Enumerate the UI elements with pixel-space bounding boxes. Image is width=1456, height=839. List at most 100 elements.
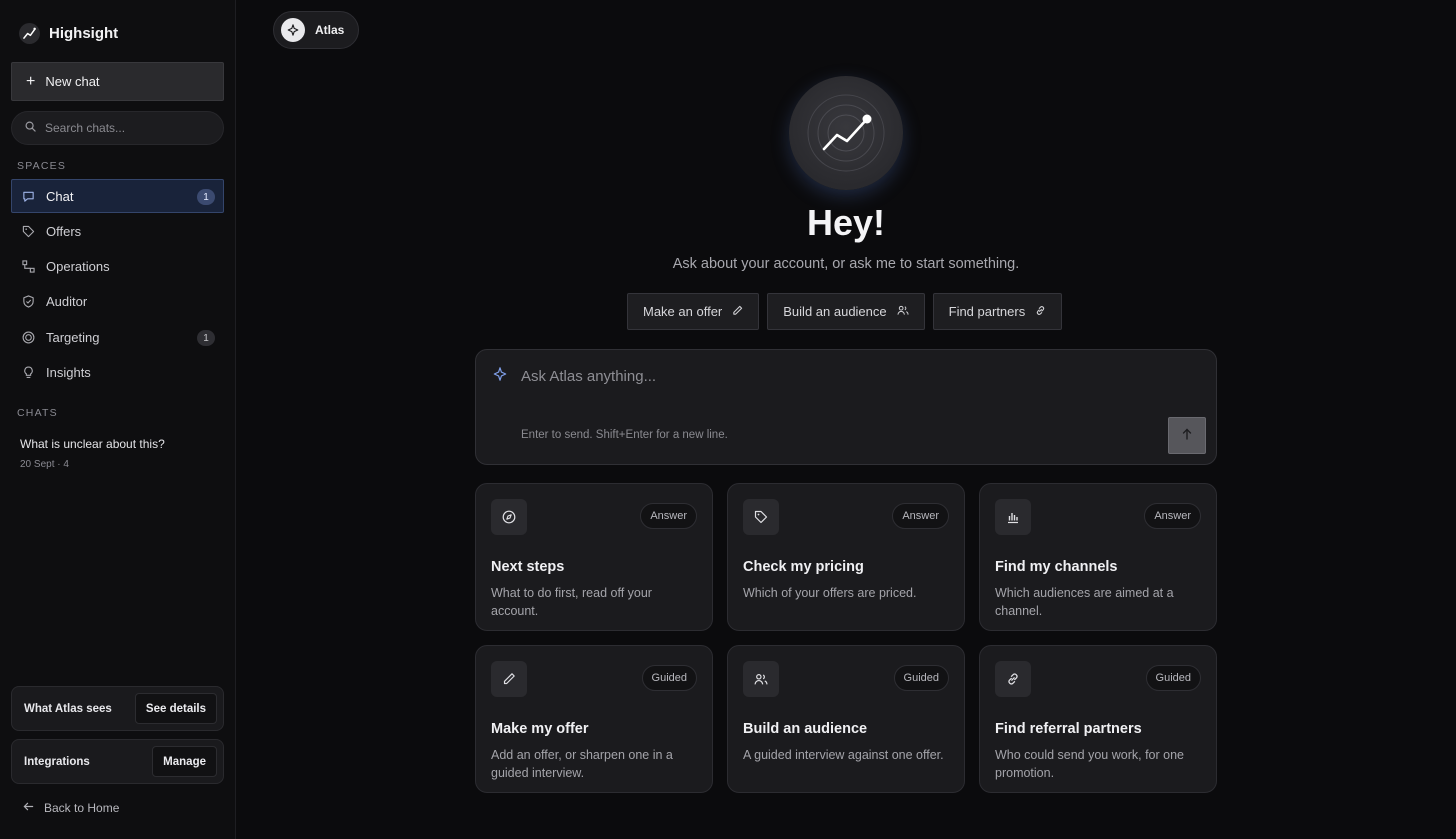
card-check-pricing[interactable]: Answer Check my pricing Which of your of…	[727, 483, 965, 631]
quick-actions: Make an offer Build an audience Find par…	[627, 293, 1063, 330]
new-chat-label: New chat	[45, 74, 100, 89]
assistant-selector[interactable]: Atlas	[273, 11, 360, 49]
new-chat-button[interactable]: + New chat	[11, 62, 224, 101]
composer: Enter to send. Shift+Enter for a new lin…	[475, 349, 1217, 465]
pencil-icon	[491, 661, 527, 697]
card-title: Find my channels	[995, 559, 1118, 575]
sidebar-item-operations[interactable]: Operations	[11, 250, 224, 284]
card-build-audience[interactable]: Guided Build an audience A guided interv…	[727, 645, 965, 793]
integrations-panel: Integrations Manage	[11, 739, 224, 784]
spaces-label: SPACES	[17, 160, 67, 172]
card-title: Find referral partners	[995, 721, 1142, 737]
card-find-referral-partners[interactable]: Guided Find referral partners Who could …	[979, 645, 1217, 793]
compass-icon	[491, 499, 527, 535]
sidebar-item-label: Targeting	[46, 329, 100, 345]
composer-hint: Enter to send. Shift+Enter for a new lin…	[521, 429, 728, 441]
pencil-icon	[732, 304, 743, 319]
atlas-sees-panel: What Atlas sees See details	[11, 686, 224, 731]
integrations-label: Integrations	[24, 755, 90, 768]
flow-icon	[22, 260, 35, 273]
link-icon	[1035, 304, 1046, 319]
quick-action-label: Make an offer	[643, 304, 723, 319]
card-title: Build an audience	[743, 721, 868, 737]
card-tag: Guided	[1145, 665, 1201, 691]
send-button[interactable]	[1168, 417, 1206, 454]
card-make-offer[interactable]: Guided Make my offer Add an offer, or sh…	[475, 645, 713, 793]
sparkle-icon	[281, 18, 305, 42]
card-description: What to do first, read off your account.	[491, 586, 652, 618]
chat-title: What is unclear about this?	[20, 437, 165, 451]
tag-icon	[743, 499, 779, 535]
card-description: Which audiences are aimed at a channel.	[995, 586, 1174, 618]
card-find-channels[interactable]: Answer Find my channels Which audiences …	[979, 483, 1217, 631]
atlas-sees-label: What Atlas sees	[24, 702, 112, 715]
chat-meta: 20 Sept · 4	[20, 459, 69, 470]
quick-action-label: Build an audience	[783, 304, 887, 319]
card-tag: Answer	[640, 503, 697, 529]
see-details-button[interactable]: See details	[134, 693, 217, 724]
search-input[interactable]	[45, 121, 205, 135]
card-tag: Guided	[893, 665, 949, 691]
sidebar-item-label: Operations	[46, 259, 110, 275]
count-badge: 1	[197, 330, 215, 347]
sidebar-item-insights[interactable]: Insights	[11, 355, 224, 389]
card-tag: Answer	[1144, 503, 1201, 529]
card-description: A guided interview against one offer.	[743, 748, 944, 762]
chat-history-item[interactable]: What is unclear about this? 20 Sept · 4	[20, 437, 165, 470]
link-icon	[995, 661, 1031, 697]
lightbulb-icon	[22, 366, 35, 379]
arrow-up-icon	[1181, 427, 1193, 445]
manage-button[interactable]: Manage	[152, 746, 217, 777]
sidebar-item-label: Auditor	[46, 294, 88, 310]
chats-label: CHATS	[17, 407, 58, 419]
card-tag: Guided	[641, 665, 697, 691]
brand-name: Highsight	[49, 25, 119, 42]
users-icon	[897, 304, 909, 319]
spaces-nav: Chat 1 Offers Operations Auditor Targeti…	[11, 179, 224, 391]
sidebar-item-offers[interactable]: Offers	[11, 214, 224, 248]
main-area: Atlas Hey! Ask about your account, or as…	[236, 0, 1456, 839]
chat-bubble-icon	[22, 190, 35, 203]
make-offer-button[interactable]: Make an offer	[627, 293, 760, 330]
sidebar-item-label: Offers	[46, 223, 82, 239]
arrow-left-icon	[23, 801, 34, 815]
card-title: Make my offer	[491, 721, 589, 737]
assistant-name: Atlas	[315, 23, 345, 37]
greeting-subtitle: Ask about your account, or ask me to sta…	[672, 256, 1020, 272]
ask-input[interactable]	[521, 365, 1161, 387]
sidebar-item-auditor[interactable]: Auditor	[11, 285, 224, 319]
back-to-home-link[interactable]: Back to Home	[23, 801, 119, 815]
atlas-orb-icon	[789, 76, 903, 190]
greeting-title: Hey!	[806, 202, 886, 243]
sidebar-item-targeting[interactable]: Targeting 1	[11, 320, 224, 354]
quick-action-label: Find partners	[948, 304, 1026, 319]
plus-icon: +	[26, 72, 36, 90]
card-title: Next steps	[491, 559, 565, 575]
card-description: Who could send you work, for one promoti…	[995, 748, 1184, 780]
build-audience-button[interactable]: Build an audience	[767, 293, 925, 330]
target-icon	[22, 331, 35, 344]
back-label: Back to Home	[44, 801, 120, 815]
brand[interactable]: Highsight	[19, 23, 118, 44]
count-badge: 1	[197, 189, 215, 205]
sparkle-icon	[493, 367, 507, 386]
find-partners-button[interactable]: Find partners	[932, 293, 1063, 330]
sidebar-item-label: Chat	[46, 188, 74, 204]
shield-check-icon	[22, 295, 35, 309]
card-description: Add an offer, or sharpen one in a guided…	[491, 748, 673, 780]
tag-icon	[22, 225, 35, 238]
bar-chart-icon	[995, 499, 1031, 535]
card-description: Which of your offers are priced.	[743, 586, 917, 600]
search-box	[11, 111, 224, 145]
trend-logo-icon	[19, 23, 40, 44]
sidebar-item-label: Insights	[46, 364, 91, 380]
card-tag: Answer	[892, 503, 949, 529]
suggestion-cards: Answer Next steps What to do first, read…	[475, 483, 1217, 793]
app-root: Highsight + New chat SPACES Chat 1	[0, 0, 1456, 839]
search-icon	[25, 119, 36, 137]
sidebar-item-chat[interactable]: Chat 1	[11, 179, 224, 213]
sidebar: Highsight + New chat SPACES Chat 1	[0, 0, 236, 839]
card-title: Check my pricing	[743, 559, 864, 575]
users-icon	[743, 661, 779, 697]
card-next-steps[interactable]: Answer Next steps What to do first, read…	[475, 483, 713, 631]
